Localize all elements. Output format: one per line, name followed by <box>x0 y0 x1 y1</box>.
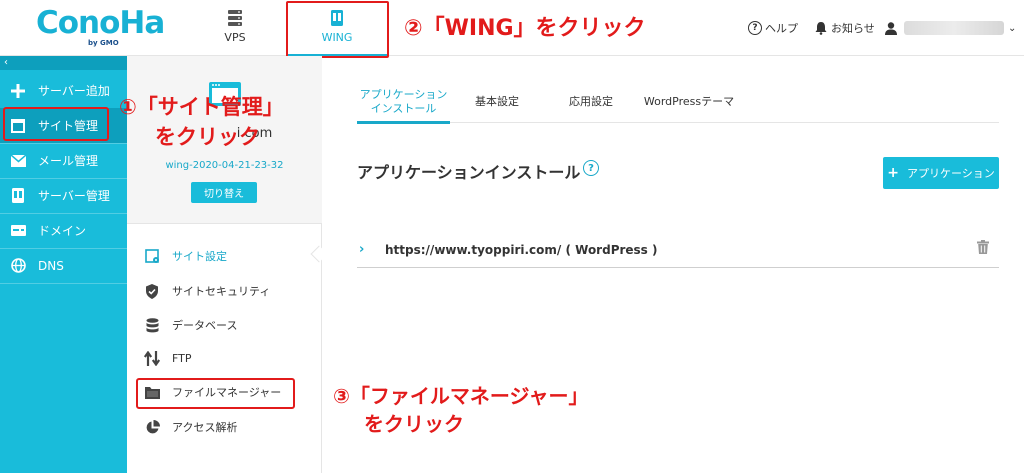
content-tabs: アプリケーション インストール 基本設定 応用設定 WordPressテーマ <box>357 80 999 124</box>
help-icon[interactable]: ? <box>583 160 599 176</box>
notice-label: お知らせ <box>831 22 875 35</box>
user-menu[interactable]: ⌄ <box>884 0 1016 56</box>
help-icon: ? <box>748 21 762 35</box>
sidebar-item-label: メール管理 <box>38 154 99 168</box>
notice-link[interactable]: お知らせ <box>814 0 875 56</box>
sidebar-collapse-button[interactable]: ‹ <box>0 56 127 70</box>
highlight-site-management-box <box>3 107 109 141</box>
annotation-step3-line1: ③「ファイルマネージャー」 <box>333 384 589 408</box>
sidebar-item-label: ドメイン <box>38 224 87 238</box>
shield-icon <box>144 283 160 299</box>
site-menu-label: アクセス解析 <box>172 421 238 434</box>
tab-advanced-settings[interactable]: 応用設定 <box>555 80 627 123</box>
sidebar-item-label: サーバー管理 <box>38 189 110 203</box>
app-url: https://www.tyoppiri.com/ ( WordPress ) <box>385 242 658 257</box>
server-name: wing-2020-04-21-23-32 <box>165 160 284 171</box>
add-application-button[interactable]: + アプリケーション <box>883 157 999 189</box>
section-title: アプリケーションインストール <box>357 163 581 182</box>
chevron-down-icon: ⌄ <box>1008 22 1017 34</box>
user-name-blurred <box>904 21 1004 35</box>
server-icon <box>10 188 26 204</box>
site-menu-label: サイトセキュリティ <box>172 285 271 298</box>
site-menu-database[interactable]: データベース <box>144 315 314 335</box>
updown-arrows-icon <box>144 350 160 366</box>
sidebar-item-label: サーバー追加 <box>38 84 110 98</box>
database-icon <box>144 317 160 333</box>
site-menu-security[interactable]: サイトセキュリティ <box>144 281 314 301</box>
globe-icon <box>10 258 26 274</box>
site-menu-ftp[interactable]: FTP <box>144 348 314 368</box>
tab-label-line2: インストール <box>370 101 437 115</box>
plus-icon <box>10 83 26 99</box>
sidebar-item-add-server[interactable]: サーバー追加 <box>0 73 127 108</box>
bell-icon <box>815 22 827 35</box>
add-application-label: アプリケーション <box>906 167 995 180</box>
site-menu-label: データベース <box>172 319 238 332</box>
conoha-logo[interactable]: ConoHa by GMO <box>36 5 165 48</box>
tab-application-install[interactable]: アプリケーション インストール <box>357 80 450 124</box>
site-menu-access-analysis[interactable]: アクセス解析 <box>144 417 314 437</box>
help-link[interactable]: ? ヘルプ <box>748 0 798 56</box>
help-label: ヘルプ <box>765 22 798 35</box>
chevron-right-icon[interactable]: › <box>359 242 385 257</box>
logo-sub: by GMO <box>88 39 119 47</box>
app-list-item[interactable]: › https://www.tyoppiri.com/ ( WordPress … <box>357 232 999 268</box>
plus-icon: + <box>887 165 899 181</box>
trash-icon[interactable] <box>977 240 989 254</box>
server-stack-icon <box>228 10 242 26</box>
switch-button[interactable]: 切り替え <box>191 182 257 203</box>
site-menu-site-settings[interactable]: サイト設定 <box>144 246 314 266</box>
highlight-wing-box <box>286 1 389 58</box>
annotation-step1-line2: をクリック <box>155 125 260 149</box>
tab-basic-settings[interactable]: 基本設定 <box>467 80 527 123</box>
highlight-file-manager-box <box>136 378 295 409</box>
pie-chart-icon <box>144 419 160 435</box>
domain-icon <box>10 223 26 239</box>
sidebar-item-label: DNS <box>38 258 64 273</box>
annotation-step3-line2: をクリック <box>364 412 464 436</box>
tab-label-line1: アプリケーション <box>359 87 448 101</box>
tab-wordpress-theme[interactable]: WordPressテーマ <box>639 80 739 123</box>
user-icon <box>885 22 897 35</box>
tab-vps[interactable]: VPS <box>205 0 265 56</box>
sidebar-item-dns[interactable]: DNS <box>0 248 127 283</box>
sidebar-item-mail[interactable]: メール管理 <box>0 143 127 178</box>
sidebar-item-server-management[interactable]: サーバー管理 <box>0 178 127 213</box>
sidebar-item-domain[interactable]: ドメイン <box>0 213 127 248</box>
logo-text: ConoHa <box>36 5 165 41</box>
site-menu-label: FTP <box>172 351 192 365</box>
site-settings-icon <box>144 248 160 264</box>
annotation-step1-line1: ①「サイト管理」 <box>119 95 284 119</box>
tab-vps-label: VPS <box>224 31 246 44</box>
mail-icon <box>10 153 26 169</box>
annotation-step2: ②「WING」をクリック <box>404 16 646 41</box>
site-menu-label: サイト設定 <box>172 250 227 263</box>
divider <box>0 283 127 284</box>
